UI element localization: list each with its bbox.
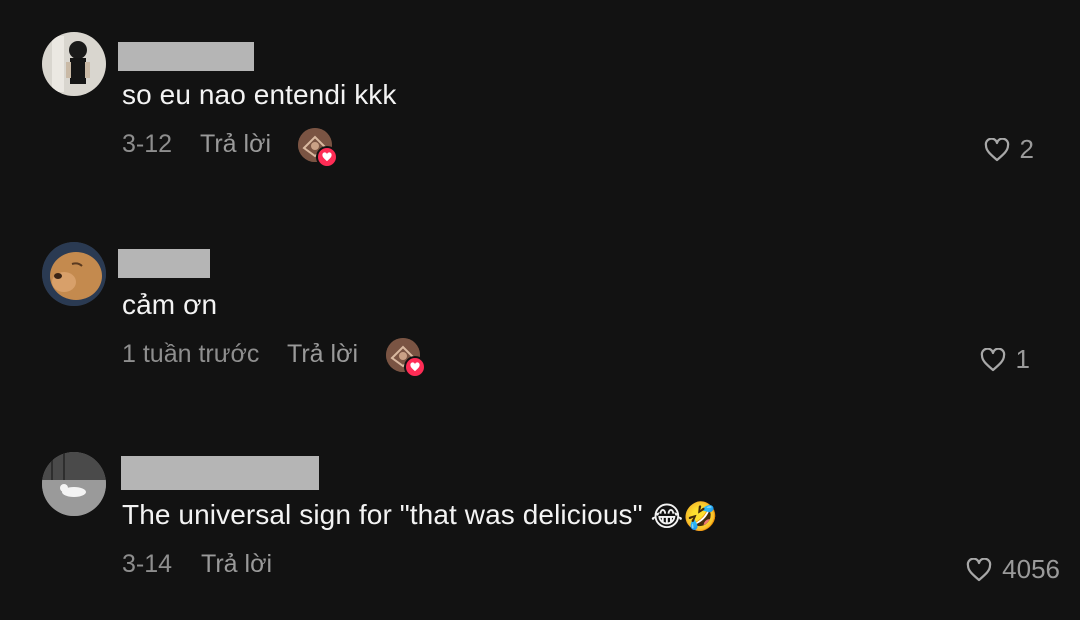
creator-like-badge — [298, 128, 338, 168]
user-avatar[interactable] — [42, 242, 106, 306]
like-button[interactable]: 1 — [980, 344, 1030, 375]
avatar-image — [42, 32, 106, 96]
comment-date: 1 tuần trước — [122, 340, 260, 368]
tears-of-joy-emoji-icon: 😂 — [650, 501, 684, 533]
comment-text-body: The universal sign for "that was delicio… — [122, 499, 651, 530]
heart-icon — [404, 356, 426, 378]
rolling-laughing-emoji-icon: 🤣 — [683, 501, 719, 533]
user-avatar[interactable] — [42, 452, 106, 516]
comment-item: cảm ơn 1 tuần trước Trả lời 1 — [0, 210, 1080, 410]
reply-button[interactable]: Trả lời — [200, 130, 271, 159]
user-avatar[interactable] — [42, 32, 106, 96]
avatar-image — [42, 452, 106, 516]
comment-date: 3-14 — [122, 550, 173, 578]
avatar-image — [42, 242, 106, 306]
comment-item: The universal sign for "that was delicio… — [0, 420, 1080, 620]
username-redacted[interactable] — [121, 456, 319, 490]
comment-date: 3-12 — [122, 130, 173, 158]
reply-button[interactable]: Trả lời — [201, 550, 272, 579]
reply-button[interactable]: Trả lời — [287, 340, 358, 369]
like-count: 1 — [1015, 344, 1030, 374]
creator-like-badge — [386, 338, 426, 378]
comment-text: The universal sign for "that was delicio… — [122, 499, 718, 533]
username-redacted[interactable] — [118, 42, 254, 71]
comment-text: so eu nao entendi kkk — [122, 79, 397, 110]
heart-icon — [316, 146, 338, 168]
username-redacted[interactable] — [118, 249, 210, 278]
comment-text: cảm ơn — [122, 289, 218, 320]
heart-outline-icon — [984, 137, 1009, 161]
like-count: 4056 — [1002, 554, 1060, 584]
like-button[interactable]: 2 — [984, 134, 1034, 165]
like-count: 2 — [1019, 134, 1034, 164]
comment-item: so eu nao entendi kkk 3-12 Trả lời 2 — [0, 0, 1080, 200]
heart-outline-icon — [980, 347, 1005, 371]
like-button[interactable]: 4056 — [966, 554, 1060, 585]
heart-outline-icon — [966, 557, 992, 581]
